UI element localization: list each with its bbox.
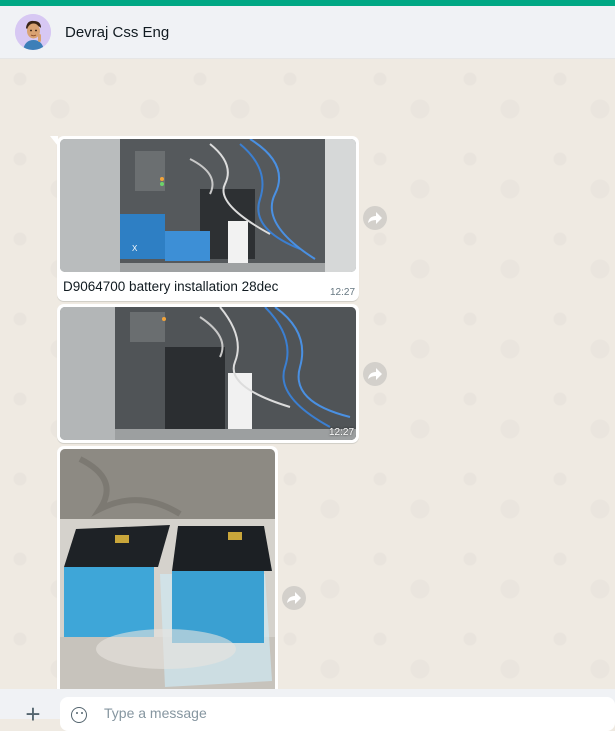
photo-network-rack-with-ups bbox=[60, 307, 356, 440]
emoji-icon[interactable] bbox=[71, 707, 87, 723]
plus-icon: + bbox=[25, 699, 41, 729]
forward-arrow-icon bbox=[368, 212, 382, 224]
contact-name[interactable]: Devraj Css Eng bbox=[65, 24, 169, 41]
forward-button[interactable] bbox=[363, 362, 387, 386]
attach-button[interactable]: + bbox=[18, 699, 48, 729]
photo-network-rack-with-battery: X bbox=[60, 139, 356, 272]
image-message: X D9064700 battery installation 28dec 12… bbox=[50, 136, 359, 301]
message-input-container bbox=[60, 697, 615, 731]
memoji-avatar-icon bbox=[15, 14, 51, 50]
message-timestamp: 12:27 bbox=[329, 427, 355, 438]
image-attachment[interactable] bbox=[60, 449, 275, 689]
bubble-tail bbox=[50, 136, 58, 146]
forward-button[interactable] bbox=[282, 586, 306, 610]
image-attachment[interactable]: X bbox=[60, 139, 356, 272]
chat-header: Devraj Css Eng bbox=[0, 6, 615, 59]
forward-arrow-icon bbox=[287, 592, 301, 604]
image-attachment[interactable] bbox=[60, 307, 356, 440]
image-message bbox=[57, 446, 278, 689]
message-timestamp: 12:27 bbox=[330, 287, 356, 298]
svg-text:X: X bbox=[132, 244, 138, 253]
message-composer: + bbox=[0, 689, 615, 731]
forward-arrow-icon bbox=[368, 368, 382, 380]
avatar[interactable] bbox=[15, 14, 51, 50]
image-caption: D9064700 battery installation 28dec bbox=[63, 279, 279, 294]
forward-button[interactable] bbox=[363, 206, 387, 230]
photo-two-batteries bbox=[60, 449, 275, 689]
conversation-panel: X D9064700 battery installation 28dec 12… bbox=[0, 59, 615, 689]
message-input[interactable] bbox=[104, 703, 584, 723]
image-message: 12:27 bbox=[57, 304, 359, 443]
